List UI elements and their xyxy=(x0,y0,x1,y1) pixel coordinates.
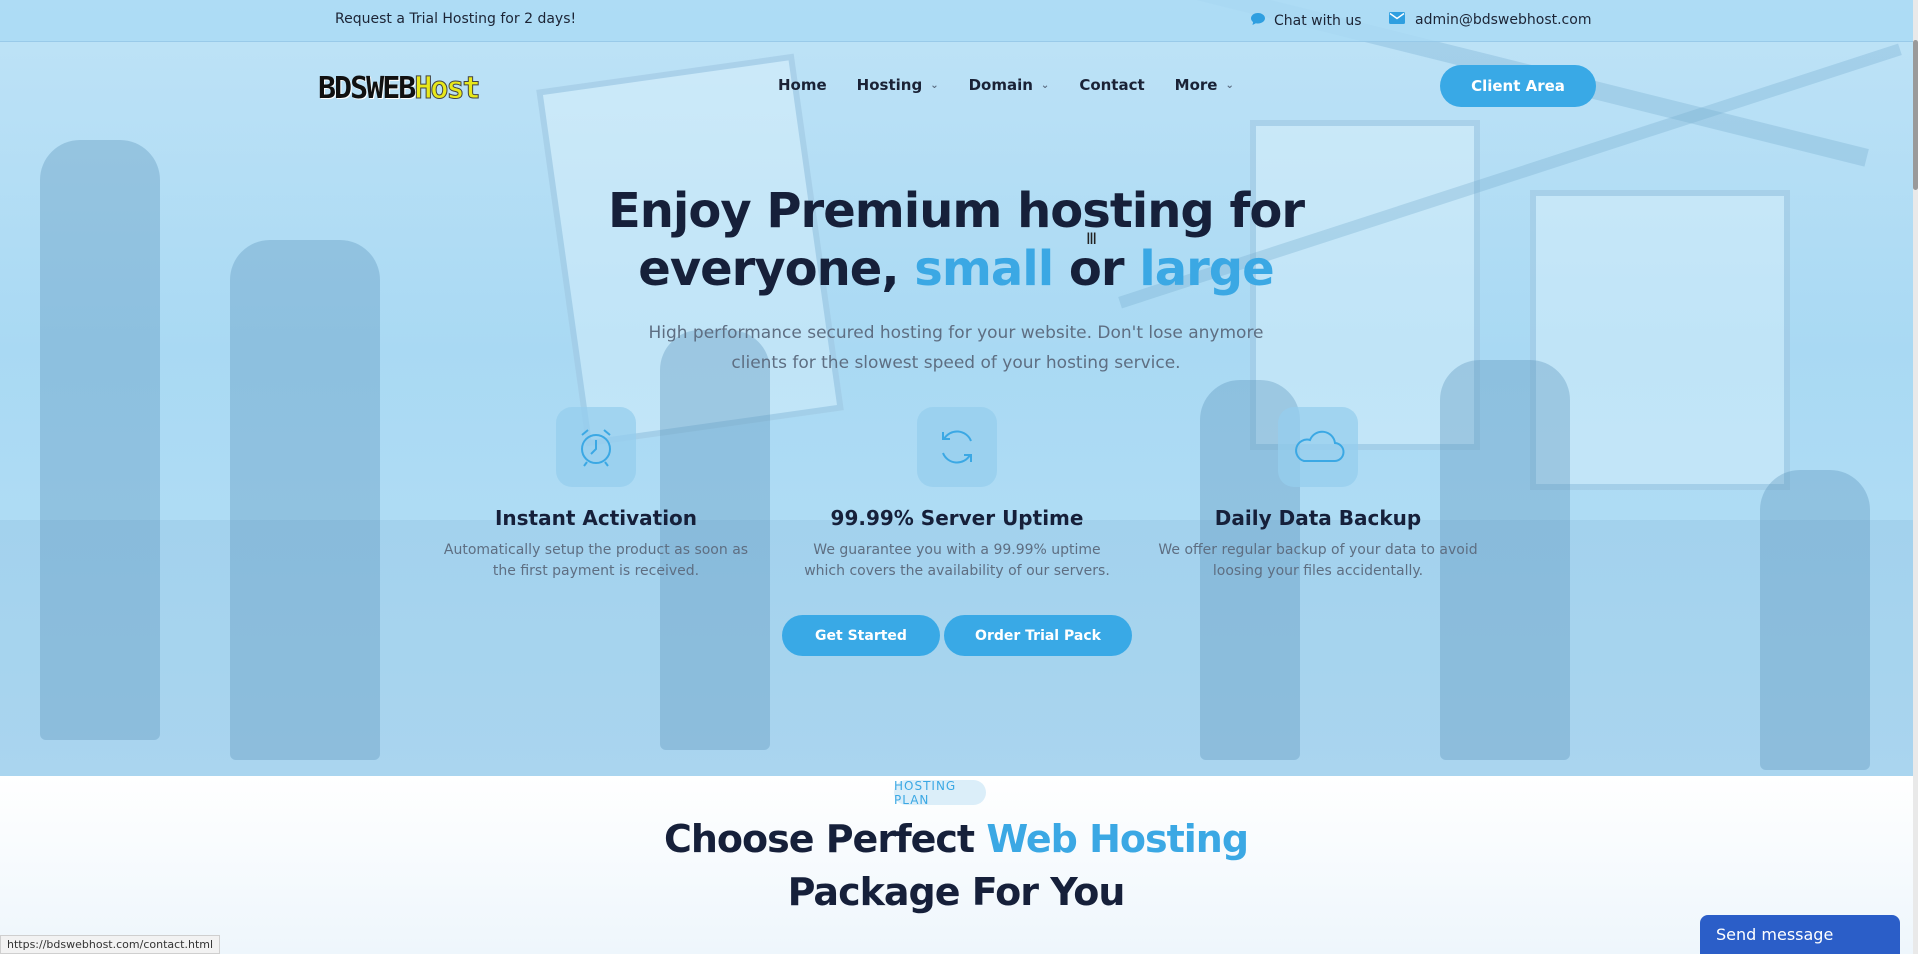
nav-item-label: Domain xyxy=(968,76,1033,94)
email-link[interactable]: admin@bdswebhost.com xyxy=(1389,12,1591,28)
feature-server-uptime: 99.99% Server Uptime We guarantee you wi… xyxy=(792,407,1122,582)
headline-word: everyone, xyxy=(638,241,899,297)
nav-item-label: More xyxy=(1174,76,1218,94)
title-highlight: Web Hosting xyxy=(986,817,1249,861)
chat-link[interactable]: Chat with us xyxy=(1250,12,1362,30)
title-text-line-2: Package For You xyxy=(787,870,1126,914)
nav-item-more[interactable]: More ⌄ xyxy=(1175,76,1234,94)
page-scrollbar[interactable] xyxy=(1913,0,1918,954)
main-nav: Home Hosting ⌄ Domain ⌄ Contact More ⌄ xyxy=(778,76,1264,94)
scrollbar-thumb[interactable] xyxy=(1913,40,1918,190)
feature-description: Automatically setup the product as soon … xyxy=(443,542,749,579)
envelope-icon xyxy=(1389,12,1405,28)
chat-bubble-icon xyxy=(1250,12,1266,30)
feature-description: We offer regular backup of your data to … xyxy=(1158,542,1478,579)
feature-title: Daily Data Backup xyxy=(1214,506,1422,530)
background-person xyxy=(40,140,160,740)
headline-highlight-small: small xyxy=(914,241,1054,297)
headline-word: or xyxy=(1068,241,1125,297)
feature-title: Instant Activation xyxy=(494,506,698,530)
text-cursor-icon: Ⅲ xyxy=(1086,229,1098,248)
background-person xyxy=(230,240,380,760)
nav-item-label: Contact xyxy=(1079,76,1145,94)
logo-text-secondary: Host xyxy=(414,71,481,106)
nav-item-home[interactable]: Home xyxy=(778,76,827,94)
feature-instant-activation: Instant Activation Automatically setup t… xyxy=(431,407,761,582)
cloud-icon xyxy=(1278,407,1358,487)
order-trial-pack-button[interactable]: Order Trial Pack xyxy=(944,615,1132,656)
chevron-down-icon: ⌄ xyxy=(930,79,939,91)
hero-headline: Enjoy Premium hosting for everyone, smal… xyxy=(560,182,1352,298)
top-bar: Request a Trial Hosting for 2 days! Chat… xyxy=(0,0,1918,42)
trial-promo-text: Request a Trial Hosting for 2 days! xyxy=(335,11,577,27)
nav-item-hosting[interactable]: Hosting ⌄ xyxy=(857,76,939,94)
headline-line-1: Enjoy Premium hosting for xyxy=(607,183,1305,239)
chat-link-label: Chat with us xyxy=(1274,13,1362,29)
feature-description: We guarantee you with a 99.99% uptime wh… xyxy=(804,542,1110,579)
chevron-down-icon: ⌄ xyxy=(1225,79,1234,91)
logo-text-primary: BDSWEB xyxy=(318,71,416,106)
alarm-clock-icon xyxy=(556,407,636,487)
site-logo[interactable]: BDSWEB Host xyxy=(318,66,481,106)
client-area-button[interactable]: Client Area xyxy=(1440,65,1596,107)
hero-subheading: High performance secured hosting for you… xyxy=(648,323,1264,373)
refresh-icon xyxy=(917,407,997,487)
title-text: Choose Perfect xyxy=(663,817,975,861)
email-address: admin@bdswebhost.com xyxy=(1415,12,1592,28)
chevron-down-icon: ⌄ xyxy=(1040,79,1050,91)
background-person xyxy=(1760,470,1870,770)
nav-item-domain[interactable]: Domain ⌄ xyxy=(969,76,1050,94)
hero-background xyxy=(0,0,1918,776)
browser-status-url: https://bdswebhost.com/contact.html xyxy=(0,935,221,954)
send-message-widget[interactable]: Send message xyxy=(1700,915,1900,954)
nav-item-label: Hosting xyxy=(856,76,923,94)
feature-daily-backup: Daily Data Backup We offer regular backu… xyxy=(1153,407,1483,582)
get-started-button[interactable]: Get Started xyxy=(782,615,940,656)
hosting-plan-badge: HOSTING PLAN xyxy=(894,779,986,807)
headline-highlight-large: large xyxy=(1139,241,1274,297)
nav-item-label: Home xyxy=(778,76,827,94)
nav-item-contact[interactable]: Contact xyxy=(1079,76,1144,94)
feature-title: 99.99% Server Uptime xyxy=(830,506,1084,530)
hosting-plan-title: Choose Perfect Web Hosting Package For Y… xyxy=(560,813,1352,919)
